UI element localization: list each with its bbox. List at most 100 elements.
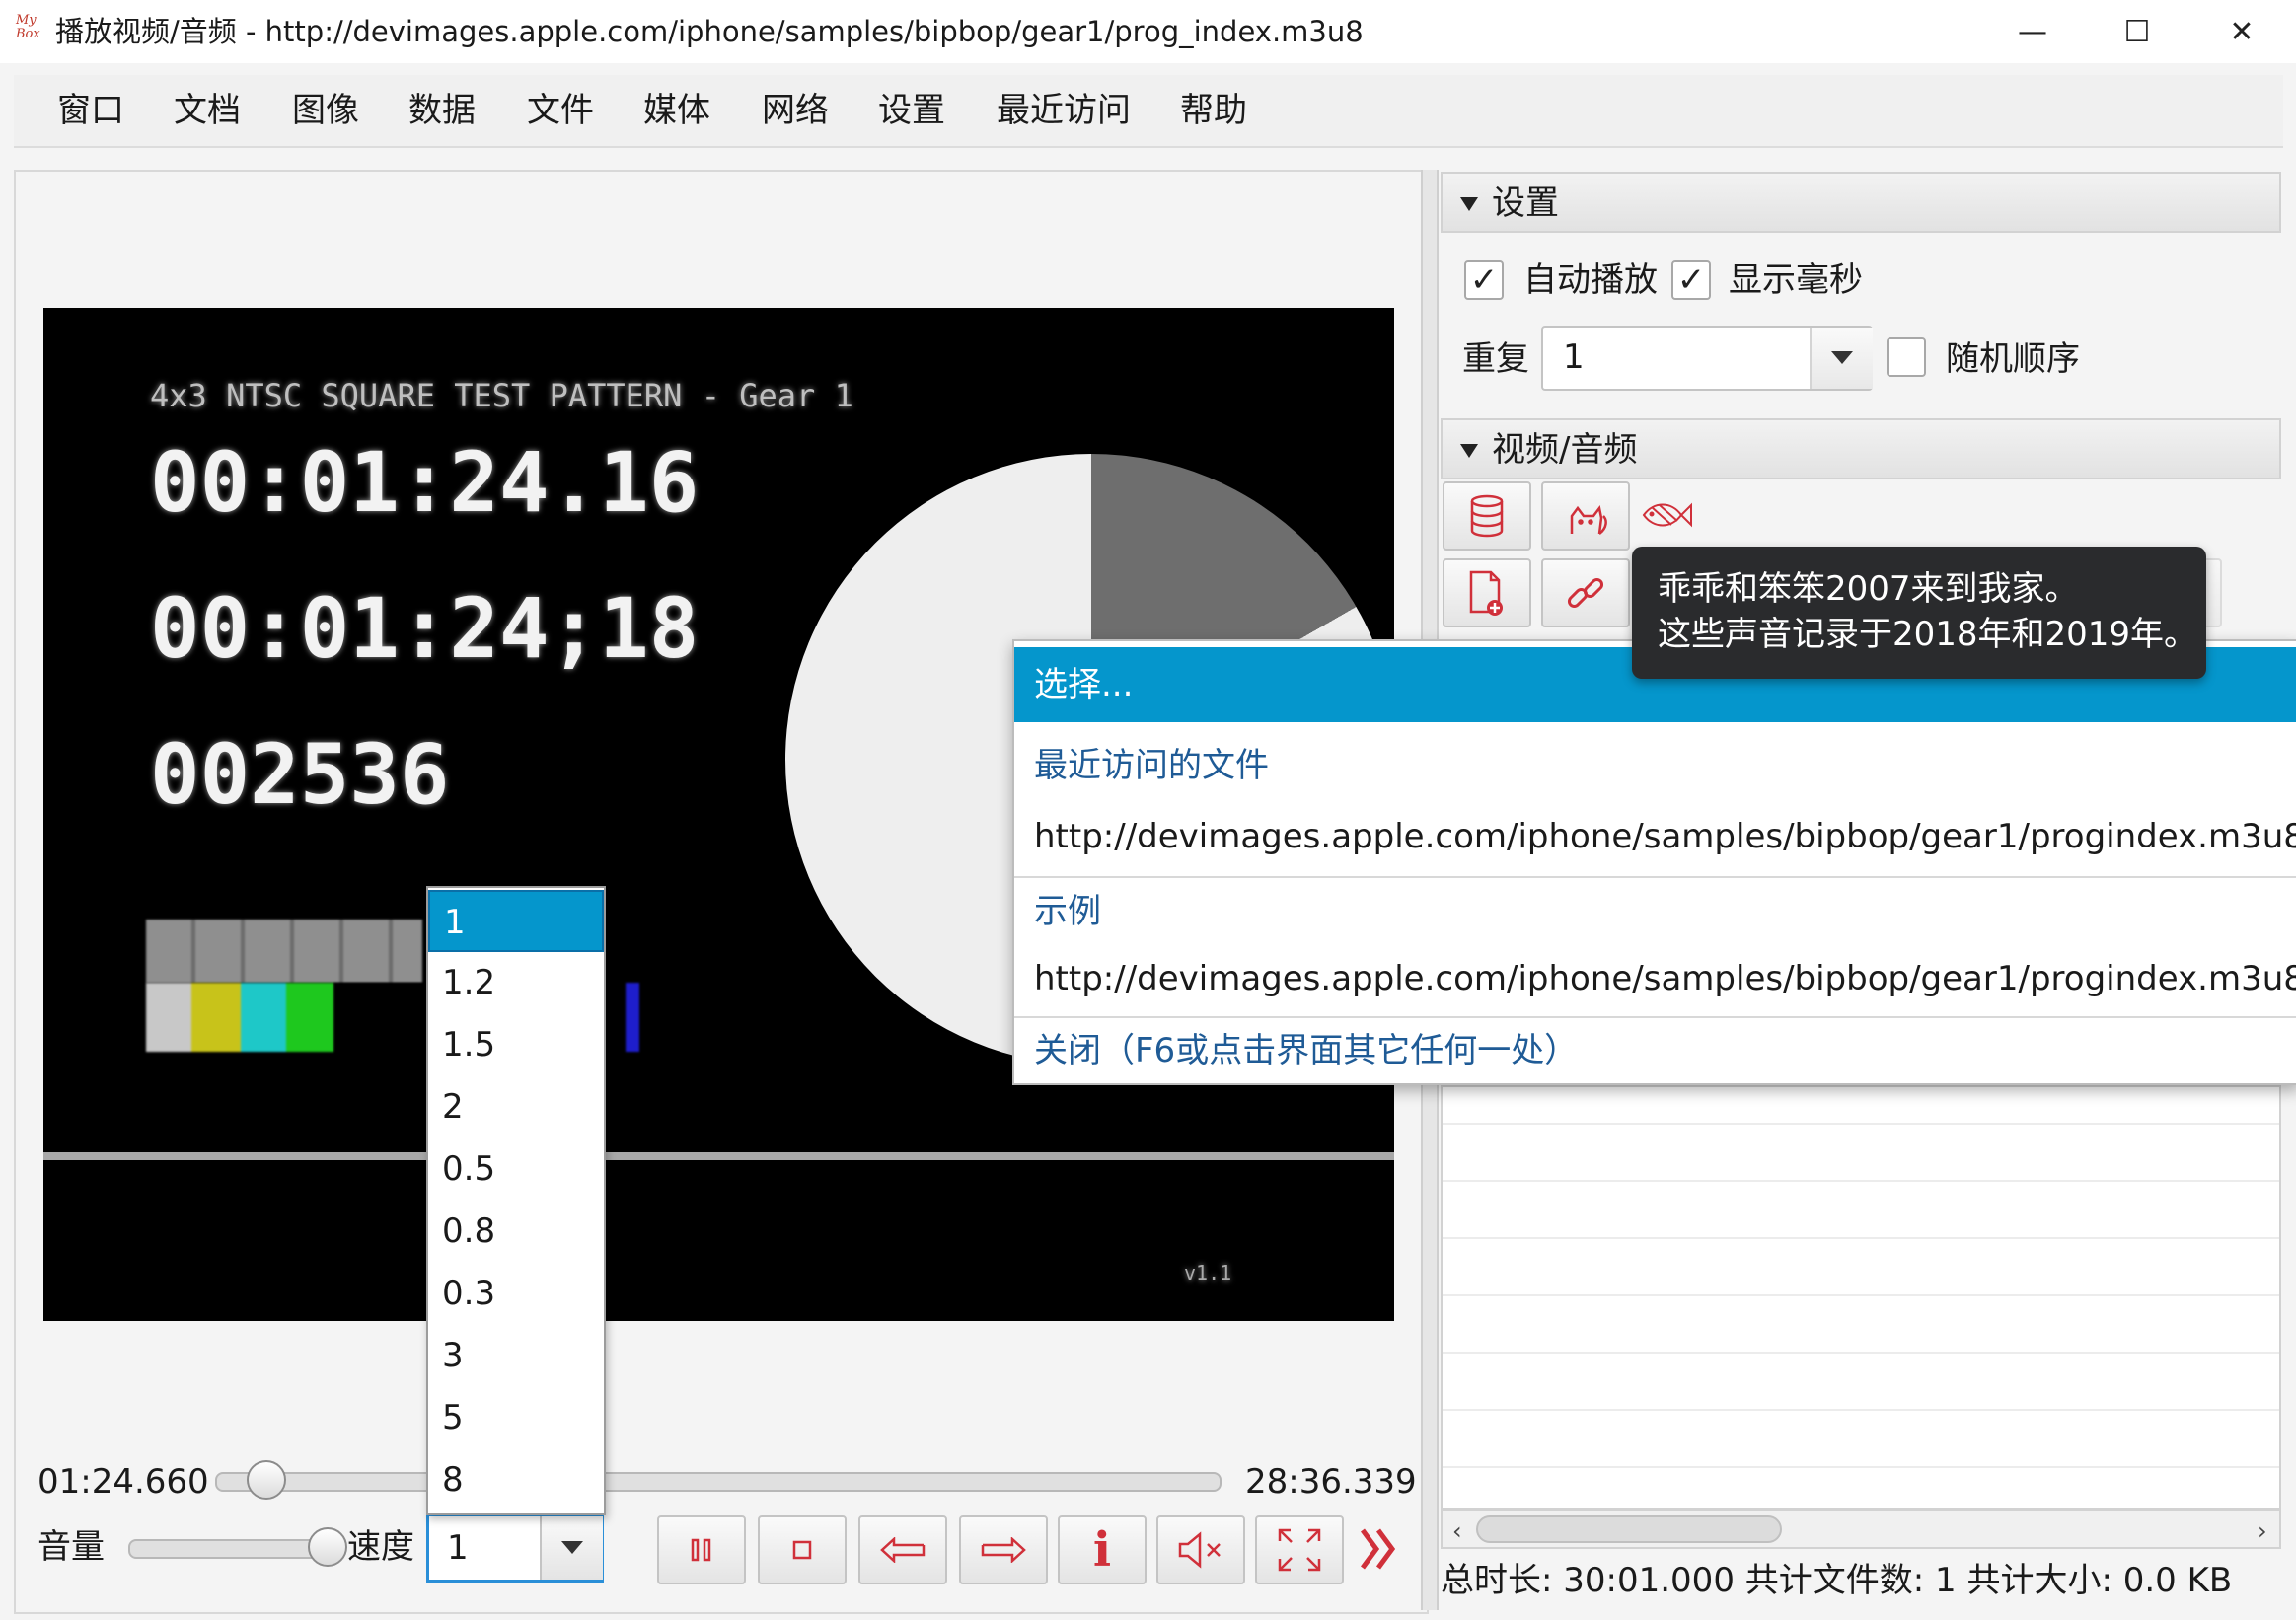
add-file-button[interactable] xyxy=(1443,558,1531,627)
repeat-select[interactable]: 1 xyxy=(1541,326,1873,391)
speed-option[interactable]: 2 xyxy=(428,1076,604,1139)
video-timecode-2: 00:01:24;18 xyxy=(150,580,700,677)
stop-icon xyxy=(792,1540,812,1560)
popup-example-url[interactable]: http://devimages.apple.com/iphone/sample… xyxy=(1014,945,2296,1012)
more-button[interactable] xyxy=(1356,1521,1401,1577)
video-horizontal-line xyxy=(43,1152,1394,1160)
collapse-triangle-icon xyxy=(1460,197,1478,211)
menu-settings[interactable]: 设置 xyxy=(878,89,945,132)
collapse-triangle-icon xyxy=(1460,444,1478,458)
speed-option[interactable]: 1 xyxy=(428,890,604,952)
fullscreen-icon xyxy=(1278,1528,1321,1572)
volume-track[interactable] xyxy=(128,1539,330,1559)
menu-file[interactable]: 文件 xyxy=(527,89,594,132)
more-icon xyxy=(1360,1528,1396,1570)
popup-close-item[interactable]: 关闭（F6或点击界面其它任何一处） xyxy=(1014,1020,2296,1081)
pause-button[interactable] xyxy=(657,1515,746,1584)
video-timecode-1: 00:01:24.16 xyxy=(150,434,700,531)
cat-icon xyxy=(1570,505,1607,535)
title-bar: My Box 播放视频/音频 - http://devimages.apple.… xyxy=(0,0,2296,63)
speed-option[interactable]: 1.2 xyxy=(428,952,604,1014)
popup-recent-header: 最近访问的文件 xyxy=(1034,746,1269,785)
horizontal-scrollbar[interactable]: ‹ › xyxy=(1441,1510,2281,1549)
speed-option[interactable]: 0.3 xyxy=(428,1263,604,1325)
repeat-label: 重复 xyxy=(1462,339,1529,379)
link-button[interactable] xyxy=(1541,558,1630,627)
next-button[interactable] xyxy=(959,1515,1048,1584)
menu-help[interactable]: 帮助 xyxy=(1180,89,1247,132)
settings-section-header[interactable]: 设置 xyxy=(1441,172,2281,233)
speed-option[interactable]: 5 xyxy=(428,1387,604,1449)
window-title: 播放视频/音频 - http://devimages.apple.com/iph… xyxy=(55,15,1364,48)
volume-thumb[interactable] xyxy=(308,1527,347,1567)
test-pattern-gray-bars xyxy=(146,920,422,983)
speed-label: 速度 xyxy=(347,1527,414,1567)
speed-option[interactable]: 0.5 xyxy=(428,1139,604,1201)
speed-option[interactable]: 8 xyxy=(428,1449,604,1511)
info-button[interactable]: i xyxy=(1058,1515,1147,1584)
info-icon: i xyxy=(1092,1522,1112,1578)
file-table[interactable] xyxy=(1441,1085,2281,1510)
media-section-header[interactable]: 视频/音频 xyxy=(1441,418,2281,479)
fish-icon xyxy=(1642,502,1692,528)
chevron-down-icon[interactable] xyxy=(540,1516,603,1580)
menu-recent[interactable]: 最近访问 xyxy=(997,89,1131,132)
fish-button[interactable] xyxy=(1638,493,1693,537)
menu-document[interactable]: 文档 xyxy=(174,89,241,132)
fullscreen-button[interactable] xyxy=(1255,1515,1344,1584)
shuffle-checkbox[interactable] xyxy=(1887,337,1926,377)
speed-option[interactable]: 0.8 xyxy=(428,1201,604,1263)
check-icon: ✓ xyxy=(1676,260,1706,300)
video-frame-counter: 002536 xyxy=(150,726,450,823)
speed-option[interactable]: 3 xyxy=(428,1325,604,1387)
media-title: 视频/音频 xyxy=(1492,430,1638,470)
status-summary: 总时长: 30:01.000 共计文件数: 1 共计大小: 0.0 KB xyxy=(1441,1561,2233,1600)
current-time: 01:24.660 xyxy=(37,1462,209,1502)
menu-media[interactable]: 媒体 xyxy=(643,89,710,132)
popup-examples-header: 示例 xyxy=(1034,892,1101,931)
close-icon[interactable]: ✕ xyxy=(2192,0,2291,63)
repeat-value: 1 xyxy=(1563,337,1585,377)
progress-track[interactable] xyxy=(215,1472,1222,1492)
file-popup-menu: 选择... 最近访问的文件 http://devimages.apple.com… xyxy=(1012,639,2296,1085)
speed-select[interactable]: 1 xyxy=(426,1513,604,1583)
minimize-icon[interactable]: — xyxy=(1983,0,2082,63)
tooltip-line-2: 这些声音记录于2018年和2019年。 xyxy=(1658,615,2198,654)
check-icon: ✓ xyxy=(1469,260,1499,300)
next-icon xyxy=(981,1537,1026,1563)
speed-option[interactable]: 1.5 xyxy=(428,1014,604,1076)
shuffle-label: 随机顺序 xyxy=(1946,339,2080,379)
previous-button[interactable] xyxy=(858,1515,947,1584)
progress-thumb[interactable] xyxy=(246,1460,286,1500)
add-file-icon xyxy=(1469,570,1503,616)
popup-recent-url[interactable]: http://devimages.apple.com/iphone/sample… xyxy=(1014,803,2296,870)
cat-button[interactable] xyxy=(1541,481,1630,551)
scroll-left-icon[interactable]: ‹ xyxy=(1452,1517,1462,1545)
mute-icon xyxy=(1178,1531,1221,1569)
autoplay-label: 自动播放 xyxy=(1523,260,1658,300)
chevron-down-icon[interactable] xyxy=(1810,328,1873,389)
video-version-text: v1.1 xyxy=(1184,1261,1232,1285)
speed-dropdown-list: 1 1.2 1.5 2 0.5 0.8 0.3 3 5 8 xyxy=(426,886,606,1515)
menu-data[interactable]: 数据 xyxy=(408,89,476,132)
database-button[interactable] xyxy=(1443,481,1531,551)
autoplay-checkbox[interactable]: ✓ xyxy=(1464,260,1504,300)
mute-button[interactable] xyxy=(1156,1515,1245,1584)
volume-label: 音量 xyxy=(37,1527,105,1567)
scroll-right-icon[interactable]: › xyxy=(2258,1517,2267,1545)
menu-window[interactable]: 窗口 xyxy=(57,89,124,132)
link-icon xyxy=(1567,577,1604,609)
tooltip: 乖乖和笨笨2007来到我家。 这些声音记录于2018年和2019年。 xyxy=(1632,547,2206,679)
settings-title: 设置 xyxy=(1492,184,1559,223)
video-header-text: 4x3 NTSC SQUARE TEST PATTERN - Gear 1 xyxy=(150,377,853,414)
menu-network[interactable]: 网络 xyxy=(762,89,829,132)
scrollbar-thumb[interactable] xyxy=(1476,1515,1782,1543)
menu-bar: 窗口 文档 图像 数据 文件 媒体 网络 设置 最近访问 帮助 xyxy=(14,75,2283,148)
show-ms-label: 显示毫秒 xyxy=(1729,260,1863,300)
show-ms-checkbox[interactable]: ✓ xyxy=(1671,260,1711,300)
stop-button[interactable] xyxy=(758,1515,847,1584)
maximize-icon[interactable]: ☐ xyxy=(2088,0,2186,63)
tooltip-line-1: 乖乖和笨笨2007来到我家。 xyxy=(1658,569,2079,609)
previous-icon xyxy=(880,1537,926,1563)
menu-image[interactable]: 图像 xyxy=(292,89,359,132)
